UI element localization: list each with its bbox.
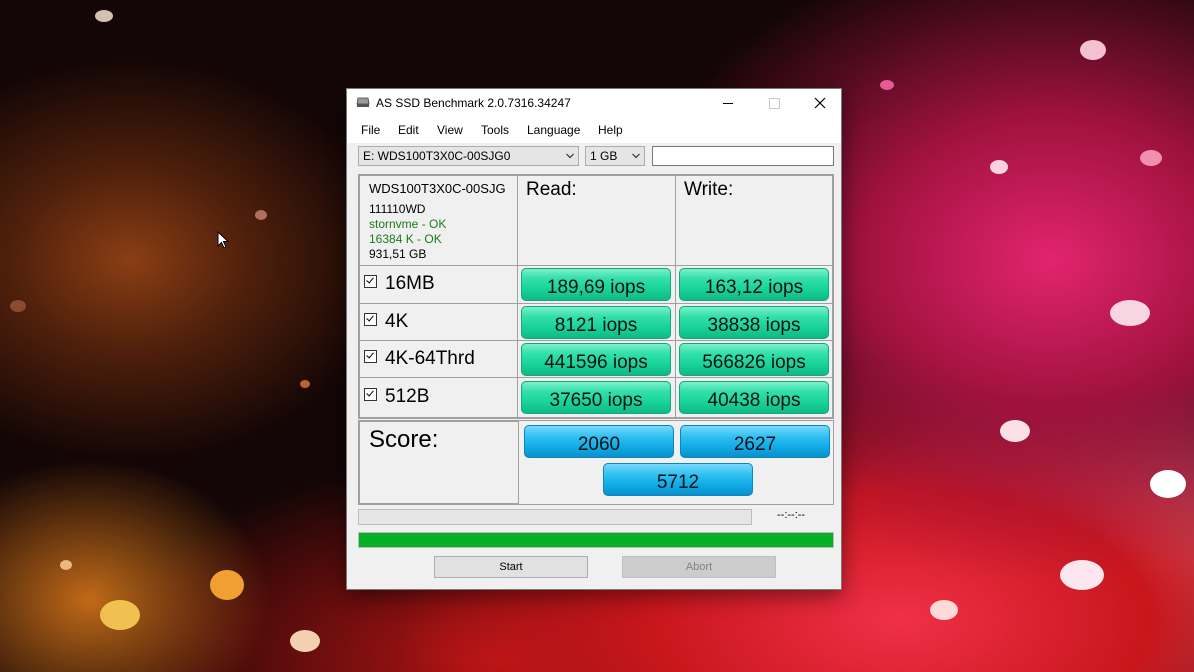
minimize-button[interactable]: [705, 89, 751, 117]
test-checkbox-16mb[interactable]: 16MB: [364, 273, 435, 295]
text-field[interactable]: [652, 146, 834, 166]
drive-model: WDS100T3X0C-00SJG: [369, 181, 506, 196]
test-checkbox-4k[interactable]: 4K: [364, 311, 408, 333]
score-total: 5712: [603, 463, 753, 496]
write-cell-4k-64thrd: 566826 iops: [675, 340, 833, 378]
checkbox-icon: [364, 388, 377, 402]
checkbox-icon: [364, 350, 377, 364]
score-write: 2627: [680, 425, 830, 458]
title-bar[interactable]: AS SSD Benchmark 2.0.7316.34247: [347, 89, 841, 117]
read-result-4k-64thrd: 441596 iops: [521, 343, 671, 376]
test-progress-bar: [358, 509, 752, 525]
driver-status: stornvme - OK: [369, 217, 447, 231]
score-read: 2060: [524, 425, 674, 458]
drive-select-value: E: WDS100T3X0C-00SJG0: [363, 149, 511, 163]
test-checkbox-512b[interactable]: 512B: [364, 386, 429, 408]
read-cell-4k: 8121 iops: [517, 303, 676, 341]
drive-firmware: 111110WD: [369, 202, 426, 216]
test-label: 16MB: [385, 273, 435, 294]
write-cell-4k: 38838 iops: [675, 303, 833, 341]
test-row-4k[interactable]: 4K: [359, 303, 518, 341]
score-label-cell: Score:: [359, 421, 519, 504]
app-window: AS SSD Benchmark 2.0.7316.34247 File Edi…: [346, 88, 842, 590]
score-panel: Score: 2060 2627 5712: [358, 420, 834, 505]
menu-view[interactable]: View: [437, 123, 463, 137]
test-checkbox-4k-64thrd[interactable]: 4K-64Thrd: [364, 348, 475, 370]
close-icon: [814, 97, 826, 109]
read-header: Read:: [526, 179, 577, 200]
test-row-512b[interactable]: 512B: [359, 377, 518, 418]
menu-file[interactable]: File: [361, 123, 380, 137]
window-title: AS SSD Benchmark 2.0.7316.34247: [376, 96, 571, 110]
close-button[interactable]: [797, 89, 843, 117]
read-cell-512b: 37650 iops: [517, 377, 676, 418]
score-label: Score:: [369, 426, 439, 453]
drive-capacity: 931,51 GB: [369, 247, 427, 261]
write-header-cell: Write:: [675, 175, 833, 266]
write-cell-16mb: 163,12 iops: [675, 265, 833, 304]
chevron-down-icon: [632, 153, 640, 159]
test-label: 4K-64Thrd: [385, 348, 475, 369]
test-row-4k-64thrd[interactable]: 4K-64Thrd: [359, 340, 518, 378]
maximize-button[interactable]: [751, 89, 797, 117]
size-select[interactable]: 1 GB: [585, 146, 645, 166]
menu-language[interactable]: Language: [527, 123, 580, 137]
write-result-16mb: 163,12 iops: [679, 268, 829, 301]
menu-tools[interactable]: Tools: [481, 123, 509, 137]
read-cell-4k-64thrd: 441596 iops: [517, 340, 676, 378]
read-result-4k: 8121 iops: [521, 306, 671, 339]
write-result-4k: 38838 iops: [679, 306, 829, 339]
write-header: Write:: [684, 179, 734, 200]
test-label: 512B: [385, 386, 430, 407]
test-label: 4K: [385, 311, 409, 332]
read-result-16mb: 189,69 iops: [521, 268, 671, 301]
read-result-512b: 37650 iops: [521, 381, 671, 414]
start-button[interactable]: Start: [434, 556, 588, 578]
total-progress-bar: [358, 532, 834, 548]
test-row-16mb[interactable]: 16MB: [359, 265, 518, 304]
drive-icon: [356, 97, 370, 107]
menu-edit[interactable]: Edit: [398, 123, 419, 137]
mouse-pointer-icon: [217, 231, 229, 249]
chevron-down-icon: [566, 153, 574, 159]
menu-help[interactable]: Help: [598, 123, 623, 137]
drive-info-cell: WDS100T3X0C-00SJG 111110WD stornvme - OK…: [359, 175, 518, 266]
read-header-cell: Read:: [517, 175, 676, 266]
results-grid: WDS100T3X0C-00SJG 111110WD stornvme - OK…: [358, 174, 834, 419]
size-select-value: 1 GB: [590, 149, 618, 163]
checkbox-icon: [364, 313, 377, 327]
alignment-status: 16384 K - OK: [369, 232, 442, 246]
checkbox-icon: [364, 275, 377, 289]
menu-bar: File Edit View Tools Language Help: [347, 117, 841, 143]
write-result-4k-64thrd: 566826 iops: [679, 343, 829, 376]
read-cell-16mb: 189,69 iops: [517, 265, 676, 304]
drive-select[interactable]: E: WDS100T3X0C-00SJG0: [358, 146, 579, 166]
write-result-512b: 40438 iops: [679, 381, 829, 414]
elapsed-time: --:--:--: [777, 509, 806, 521]
write-cell-512b: 40438 iops: [675, 377, 833, 418]
abort-button[interactable]: Abort: [622, 556, 776, 578]
